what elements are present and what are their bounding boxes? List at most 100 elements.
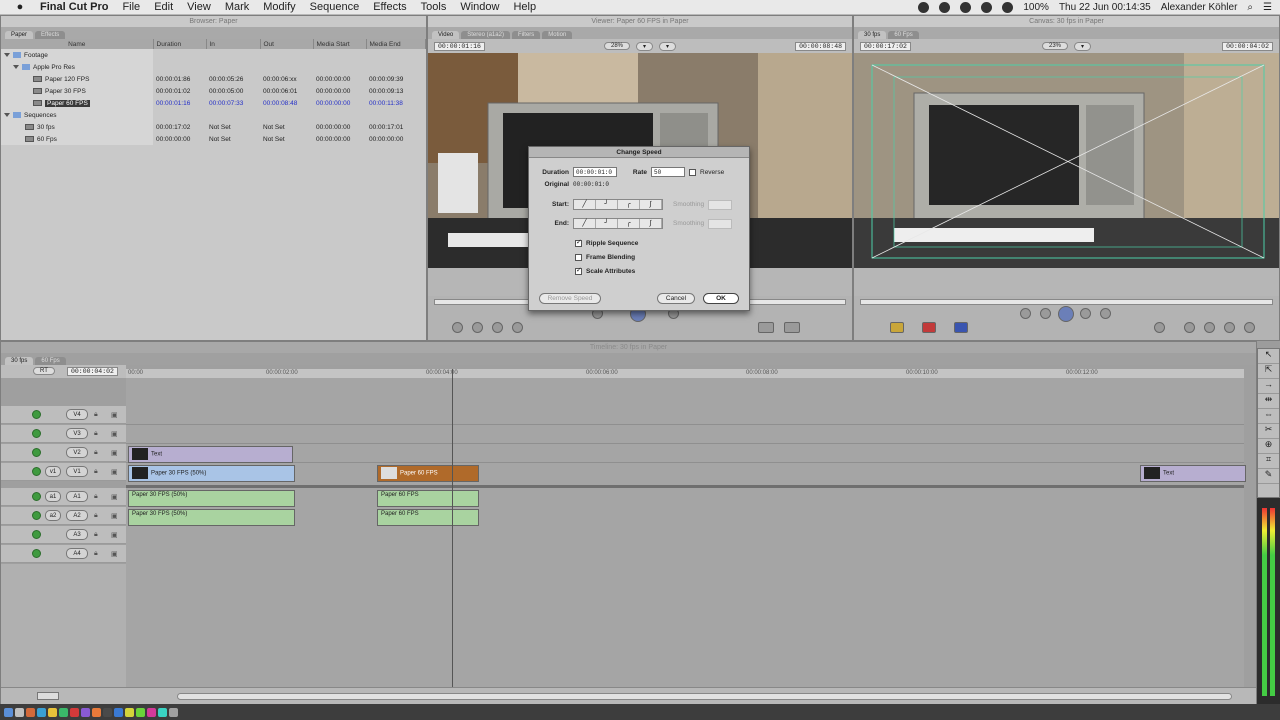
pen-tool-icon[interactable]: ✎ (1258, 469, 1279, 484)
viewer-play-in-to-out-icon[interactable] (452, 322, 463, 333)
auto-select-icon[interactable]: ▣ (111, 512, 118, 520)
tab-60fps[interactable]: 60 Fps (888, 31, 919, 39)
viewer-generator-icon[interactable] (784, 322, 800, 333)
column-name[interactable]: Name (1, 39, 154, 49)
lock-icon[interactable]: 🔒︎ (94, 449, 98, 457)
track-label-v4[interactable]: V4 (66, 409, 88, 420)
tab-motion[interactable]: Motion (542, 31, 573, 39)
start-linear-icon[interactable]: ╱ (574, 200, 596, 209)
source-control-v1[interactable]: v1 (45, 466, 61, 477)
end-ease-icon[interactable]: ∫ (640, 219, 662, 228)
clip-text-v2[interactable]: Text (128, 446, 293, 463)
table-row[interactable]: 30 fps 00:00:17:02 Not Set Not Set 00:00… (1, 121, 426, 133)
canvas-mark-out-icon[interactable] (1204, 322, 1215, 333)
end-ease-out-icon[interactable]: ╭ (618, 219, 640, 228)
source-control-a2[interactable]: a2 (45, 510, 61, 521)
notification-center-icon[interactable]: ☰ (1263, 2, 1272, 13)
messages-icon[interactable] (59, 707, 68, 717)
trash-icon[interactable] (169, 707, 178, 717)
lock-icon[interactable]: 🔒︎ (94, 411, 98, 419)
menu-view[interactable]: View (187, 1, 211, 13)
viewer-duration-timecode[interactable]: 00:00:01:16 (434, 41, 485, 51)
clip-audio-a2-60fps[interactable]: Paper 60 FPS (377, 509, 479, 526)
slip-tool-icon[interactable]: ⇔ (1258, 409, 1279, 424)
column-in[interactable]: In (206, 39, 261, 49)
auto-select-icon[interactable]: ▣ (111, 411, 118, 419)
tab-effects[interactable]: Effects (35, 31, 66, 39)
menu-tools[interactable]: Tools (421, 1, 447, 13)
app-icon[interactable] (147, 707, 156, 717)
track-label-a4[interactable]: A4 (66, 548, 88, 559)
lock-icon[interactable]: 🔒︎ (94, 430, 98, 438)
canvas-add-keyframe-icon[interactable] (1244, 322, 1255, 333)
timeline-scrollbar[interactable] (177, 693, 1232, 700)
canvas-insert-icon[interactable] (890, 322, 904, 333)
track-label-v1[interactable]: V1 (66, 466, 88, 477)
app-icon[interactable] (136, 707, 145, 717)
track-label-a3[interactable]: A3 (66, 529, 88, 540)
track-label-a2[interactable]: A2 (66, 510, 88, 521)
calendar-icon[interactable] (70, 707, 79, 717)
track-label-v2[interactable]: V2 (66, 447, 88, 458)
auto-select-icon[interactable]: ▣ (111, 449, 118, 457)
frame-blending-checkbox[interactable] (575, 254, 582, 261)
clip-audio-a1-30fps[interactable]: Paper 30 FPS (50%) (128, 490, 295, 507)
end-linear-icon[interactable]: ╱ (574, 219, 596, 228)
app-icon[interactable] (26, 707, 35, 717)
clip-paper-30fps[interactable]: Paper 30 FPS (50%) (128, 465, 295, 482)
auto-select-icon[interactable]: ▣ (111, 493, 118, 501)
track-visibility-toggle[interactable] (32, 429, 41, 438)
canvas-video-frame[interactable] (854, 53, 1279, 268)
canvas-add-marker-icon[interactable] (1224, 322, 1235, 333)
table-row[interactable]: Apple Pro Res (1, 61, 426, 73)
track-label-v3[interactable]: V3 (66, 428, 88, 439)
timeline-current-timecode[interactable]: 00:00:04:02 (67, 367, 118, 376)
app-icon[interactable] (92, 707, 101, 717)
table-row[interactable]: Paper 120 FPS 00:00:01:86 00:00:05:26 00… (1, 73, 426, 85)
track-audible-toggle[interactable] (32, 530, 41, 539)
safari-icon[interactable] (37, 707, 46, 717)
notes-icon[interactable] (48, 707, 57, 717)
track-visibility-toggle[interactable] (32, 448, 41, 457)
rate-field[interactable]: 50 (651, 167, 685, 177)
crop-tool-icon[interactable]: ⌗ (1258, 454, 1279, 469)
viewer-current-timecode[interactable]: 00:00:08:48 (795, 41, 847, 51)
start-curve-selector[interactable]: ╱ ╯ ╭ ∫ (573, 199, 663, 210)
clip-paper-60fps[interactable]: Paper 60 FPS (377, 465, 479, 482)
column-media-start[interactable]: Media Start (313, 39, 367, 49)
dropbox-icon[interactable] (960, 2, 972, 13)
canvas-match-frame-icon[interactable] (1154, 322, 1165, 333)
source-control-a1[interactable]: a1 (45, 491, 61, 502)
table-row[interactable]: Sequences (1, 109, 426, 121)
canvas-overwrite-icon[interactable] (922, 322, 936, 333)
auto-select-icon[interactable]: ▣ (111, 531, 118, 539)
start-ease-in-icon[interactable]: ╯ (596, 200, 618, 209)
canvas-zoom-popup[interactable]: 23% (1041, 42, 1068, 50)
auto-select-icon[interactable]: ▣ (111, 550, 118, 558)
canvas-replace-icon[interactable] (954, 322, 968, 333)
clock[interactable]: Thu 22 Jun 00:14:35 (1059, 2, 1151, 13)
track-audible-toggle[interactable] (32, 549, 41, 558)
column-duration[interactable]: Duration (153, 39, 207, 49)
tab-30fps[interactable]: 30 fps (858, 31, 887, 39)
timeline-tracks-area[interactable]: Text Paper 30 FPS (50%) Paper 60 FPS Tex… (126, 378, 1246, 687)
creative-cloud-icon[interactable] (939, 2, 951, 13)
ripple-sequence-checkbox[interactable] (575, 238, 582, 247)
start-ease-icon[interactable]: ∫ (640, 200, 662, 209)
playhead[interactable] (452, 369, 453, 687)
timeline-ruler[interactable]: 00:00 00:00:02:00 00:00:04:00 00:00:06:0… (126, 369, 1244, 378)
menu-mark[interactable]: Mark (225, 1, 249, 13)
viewer-recent-clips-icon[interactable] (758, 322, 774, 333)
end-curve-selector[interactable]: ╱ ╯ ╭ ∫ (573, 218, 663, 229)
auto-select-icon[interactable]: ▣ (111, 468, 118, 476)
scale-attributes-checkbox[interactable] (575, 266, 582, 275)
canvas-prev-edit-icon[interactable] (1020, 308, 1031, 319)
canvas-duration-timecode[interactable]: 00:00:17:02 (860, 41, 911, 51)
column-out[interactable]: Out (260, 39, 314, 49)
table-row[interactable]: 60 Fps 00:00:00:00 Not Set Not Set 00:00… (1, 133, 426, 145)
menu-file[interactable]: File (122, 1, 140, 13)
viewer-marker-icon[interactable] (512, 322, 523, 333)
auto-select-icon[interactable]: ▣ (111, 430, 118, 438)
end-smoothing-field[interactable] (708, 218, 733, 229)
track-audible-toggle[interactable] (32, 492, 41, 501)
